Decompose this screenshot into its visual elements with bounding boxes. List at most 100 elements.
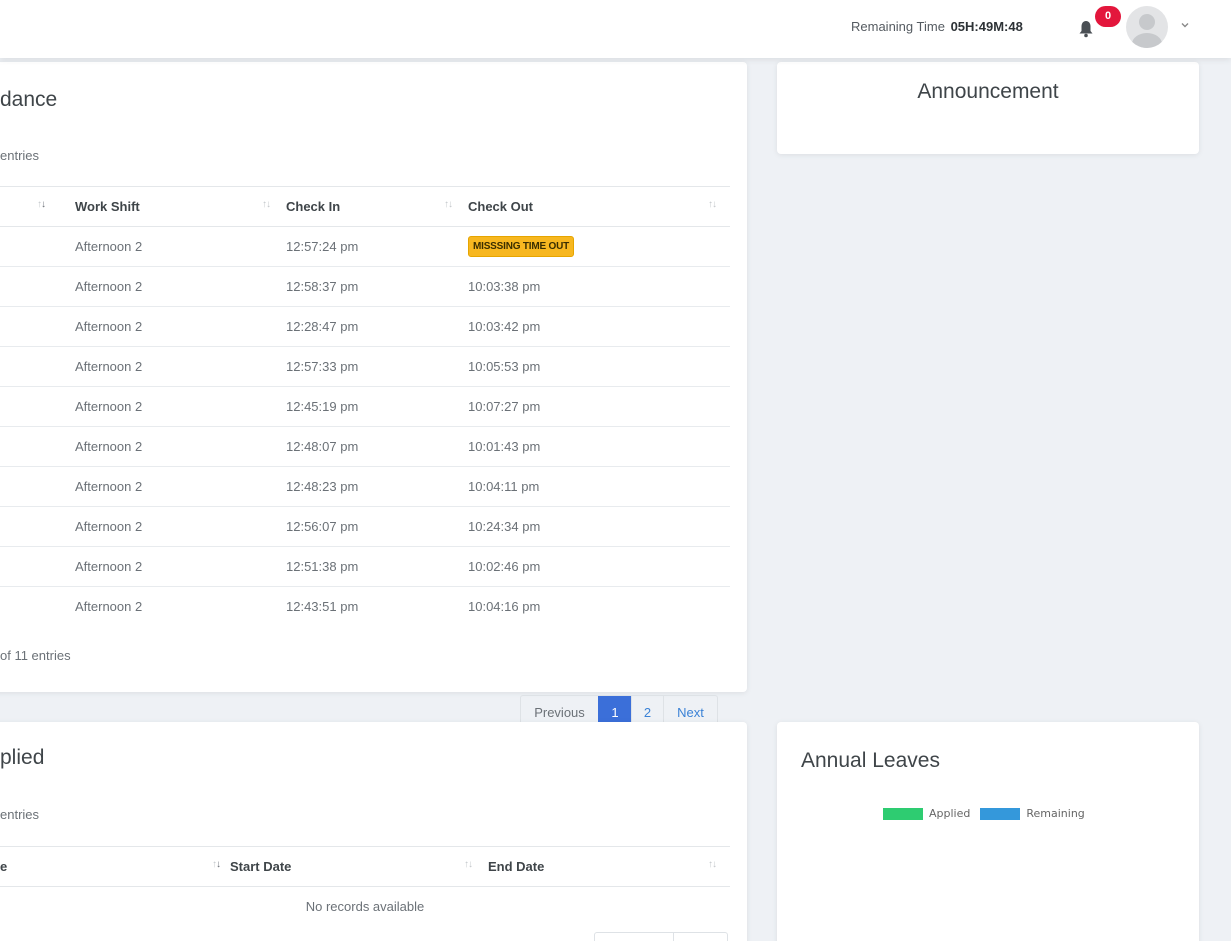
cell-work-shift: Afternoon 2 xyxy=(75,226,286,267)
column-header-check-out[interactable]: Check Out ↑↓ xyxy=(468,186,730,227)
table-info: of 11 entries xyxy=(0,648,71,663)
announcement-card: Announcement xyxy=(777,62,1199,154)
cell-check-in: 12:28:47 pm xyxy=(286,306,468,347)
cell-date xyxy=(0,306,75,347)
cell-work-shift: Afternoon 2 xyxy=(75,266,286,307)
cell-date xyxy=(0,266,75,307)
top-bar: Remaining Time 05H:49M:48 0 xyxy=(0,0,1231,58)
attendance-card: dance entries ↑↓ Work Shift ↑↓ Check In … xyxy=(0,62,747,730)
table-row: Afternoon 2 12:48:07 pm 10:01:43 pm xyxy=(0,426,730,467)
cell-check-out: 10:03:42 pm xyxy=(468,306,730,347)
attendance-table: ↑↓ Work Shift ↑↓ Check In ↑↓ Check Out ↑… xyxy=(0,186,730,627)
cell-check-out: 10:03:38 pm xyxy=(468,266,730,307)
legend-label-remaining: Remaining xyxy=(1026,807,1085,820)
cell-date xyxy=(0,466,75,507)
sort-icon: ↑↓ xyxy=(37,199,46,210)
cell-work-shift: Afternoon 2 xyxy=(75,466,286,507)
cell-date xyxy=(0,226,75,267)
column-header-label: Work Shift xyxy=(75,199,140,214)
table-row: Afternoon 2 12:51:38 pm 10:02:46 pm xyxy=(0,546,730,587)
cell-check-in: 12:57:33 pm xyxy=(286,346,468,387)
table-header-row: e ↑↓ Start Date ↑↓ End Date ↑↓ xyxy=(0,846,730,887)
cell-check-in: 12:56:07 pm xyxy=(286,506,468,547)
column-header-date[interactable]: ↑↓ xyxy=(0,186,75,227)
bell-icon[interactable] xyxy=(1078,20,1094,38)
cell-work-shift: Afternoon 2 xyxy=(75,426,286,467)
column-header-end-date[interactable]: End Date ↑↓ xyxy=(488,846,730,887)
cell-check-out: 10:04:11 pm xyxy=(468,466,730,507)
legend-label-applied: Applied xyxy=(929,807,971,820)
cell-check-in: 12:45:19 pm xyxy=(286,386,468,427)
empty-message: No records available xyxy=(305,899,425,915)
table-row: Afternoon 2 12:58:37 pm 10:03:38 pm xyxy=(0,266,730,307)
leaves-applied-title: plied xyxy=(0,746,45,769)
annual-leaves-title: Annual Leaves xyxy=(801,749,940,772)
cell-date xyxy=(0,346,75,387)
cell-check-in: 12:48:23 pm xyxy=(286,466,468,507)
chart-legend: Applied Remaining xyxy=(883,807,1085,820)
cell-work-shift: Afternoon 2 xyxy=(75,306,286,347)
cell-check-out: MISSSING TIME OUT xyxy=(468,226,730,267)
cell-date xyxy=(0,426,75,467)
sort-icon: ↑↓ xyxy=(708,859,717,870)
remaining-time-label: Remaining Time xyxy=(851,19,945,34)
cell-work-shift: Afternoon 2 xyxy=(75,346,286,387)
remaining-time: Remaining Time 05H:49M:48 xyxy=(851,19,1023,34)
cell-work-shift: Afternoon 2 xyxy=(75,506,286,547)
attendance-title: dance xyxy=(0,88,58,111)
table-row: Afternoon 2 12:48:23 pm 10:04:11 pm xyxy=(0,466,730,507)
cell-check-in: 12:51:38 pm xyxy=(286,546,468,587)
cell-date xyxy=(0,386,75,427)
cell-work-shift: Afternoon 2 xyxy=(75,546,286,587)
table-row: Afternoon 2 12:45:19 pm 10:07:27 pm xyxy=(0,386,730,427)
table-header-row: ↑↓ Work Shift ↑↓ Check In ↑↓ Check Out ↑… xyxy=(0,186,730,227)
cell-check-in: 12:57:24 pm xyxy=(286,226,468,267)
cell-work-shift: Afternoon 2 xyxy=(75,386,286,427)
sort-icon: ↑↓ xyxy=(262,199,271,210)
cell-work-shift: Afternoon 2 xyxy=(75,599,143,615)
cell-date xyxy=(0,587,75,627)
legend-swatch-applied xyxy=(883,807,923,820)
table-row: Afternoon 2 12:28:47 pm 10:03:42 pm xyxy=(0,306,730,347)
sort-icon: ↑↓ xyxy=(212,859,221,870)
table-row: Afternoon 2 12:56:07 pm 10:24:34 pm xyxy=(0,506,730,547)
column-header-check-in[interactable]: Check In ↑↓ xyxy=(286,186,468,227)
legend-swatch-remaining xyxy=(980,807,1021,820)
cell-check-out: 10:02:46 pm xyxy=(468,546,730,587)
column-header-work-shift[interactable]: Work Shift ↑↓ xyxy=(75,186,286,227)
column-header-leave-type[interactable]: e ↑↓ xyxy=(0,846,230,887)
sort-icon: ↑↓ xyxy=(444,199,453,210)
pagination[interactable] xyxy=(594,932,728,941)
remaining-time-value: 05H:49M:48 xyxy=(950,19,1023,34)
leaves-table: e ↑↓ Start Date ↑↓ End Date ↑↓ No record… xyxy=(0,846,730,927)
sort-icon: ↑↓ xyxy=(708,199,717,210)
sort-icon: ↑↓ xyxy=(464,859,473,870)
announcement-title: Announcement xyxy=(917,80,1059,103)
column-header-start-date[interactable]: Start Date ↑↓ xyxy=(230,846,488,887)
column-header-label: End Date xyxy=(488,859,545,874)
column-header-label: e xyxy=(0,859,8,874)
table-row: Afternoon 2 12:57:33 pm 10:05:53 pm xyxy=(0,346,730,387)
user-avatar-icon xyxy=(1132,14,1162,48)
entries-length-label: entries xyxy=(0,807,40,822)
entries-length-label: entries xyxy=(0,148,40,163)
table-row: Afternoon 2 12:43:51 pm 10:04:16 pm xyxy=(0,587,730,627)
pagination-divider xyxy=(673,933,674,941)
column-header-label: Start Date xyxy=(230,859,292,874)
avatar[interactable] xyxy=(1126,6,1168,48)
missing-time-out-badge: MISSSING TIME OUT xyxy=(468,236,575,257)
annual-leaves-card: Annual Leaves xyxy=(777,722,1199,941)
cell-check-out: 10:07:27 pm xyxy=(468,386,730,427)
cell-check-in: 12:43:51 pm xyxy=(286,599,359,615)
cell-check-out: 10:01:43 pm xyxy=(468,426,730,467)
cell-check-in: 12:58:37 pm xyxy=(286,266,468,307)
column-header-label: Check Out xyxy=(468,199,534,214)
table-row: Afternoon 2 12:57:24 pm MISSSING TIME OU… xyxy=(0,226,730,267)
notification-badge: 0 xyxy=(1095,6,1121,27)
chevron-down-icon[interactable] xyxy=(1180,21,1190,29)
table-row-empty: No records available xyxy=(0,887,730,927)
cell-check-out: 10:24:34 pm xyxy=(468,506,730,547)
column-header-label: Check In xyxy=(286,199,341,214)
cell-date xyxy=(0,506,75,547)
cell-check-in: 12:48:07 pm xyxy=(286,426,468,467)
